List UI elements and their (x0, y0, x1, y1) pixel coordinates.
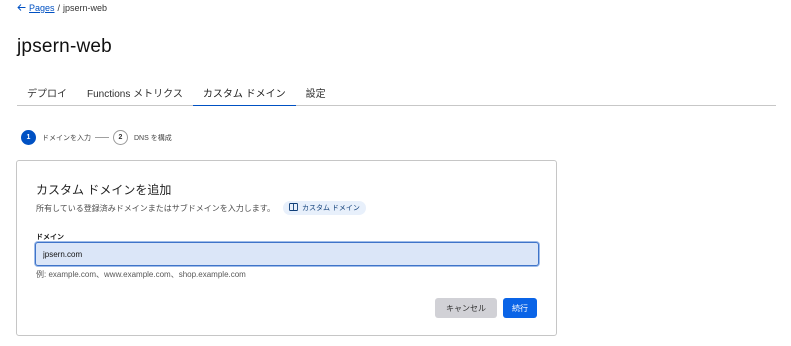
breadcrumb-current: jpsern-web (63, 3, 108, 13)
tab-custom-domain[interactable]: カスタム ドメイン (192, 80, 296, 106)
continue-button[interactable]: 続行 (503, 298, 537, 318)
tab-deploy[interactable]: デプロイ (17, 80, 77, 106)
page-title: jpsern-web (17, 36, 112, 57)
card-description: 所有している登録済みドメインまたはサブドメインを入力します。 (36, 203, 275, 213)
tab-functions-metrics[interactable]: Functions メトリクス (77, 80, 193, 106)
domain-field-label: ドメイン (36, 234, 64, 241)
book-icon (289, 203, 298, 213)
step-connector (95, 137, 109, 138)
breadcrumb: Pages / jpsern-web (17, 3, 107, 13)
tab-settings[interactable]: 設定 (296, 80, 336, 106)
stepper: 1 ドメインを入力 2 DNS を構成 (21, 130, 172, 145)
step-2-label: DNS を構成 (134, 134, 172, 142)
domain-input[interactable] (36, 243, 538, 265)
step-1-indicator: 1 (21, 130, 36, 145)
breadcrumb-back-label[interactable]: Pages (29, 3, 55, 13)
docs-link-chip[interactable]: カスタム ドメイン (282, 201, 366, 215)
domain-input-hint: 例: example.com、www.example.com、shop.exam… (36, 270, 246, 279)
tab-bar: デプロイ Functions メトリクス カスタム ドメイン 設定 (17, 80, 776, 106)
add-domain-card: カスタム ドメインを追加 所有している登録済みドメインまたはサブドメインを入力し… (16, 160, 557, 336)
step-1-label: ドメインを入力 (42, 134, 91, 142)
step-2-indicator: 2 (113, 130, 128, 145)
domain-input-wrapper[interactable] (35, 242, 539, 266)
card-title: カスタム ドメインを追加 (36, 183, 172, 197)
cancel-button[interactable]: キャンセル (435, 298, 497, 318)
docs-link-label[interactable]: カスタム ドメイン (302, 203, 360, 213)
card-description-row: 所有している登録済みドメインまたはサブドメインを入力します。 カスタム ドメイン (36, 201, 366, 215)
breadcrumb-back-link[interactable]: Pages (17, 3, 55, 13)
arrow-left-icon (17, 3, 26, 13)
breadcrumb-separator: / (57, 3, 61, 13)
